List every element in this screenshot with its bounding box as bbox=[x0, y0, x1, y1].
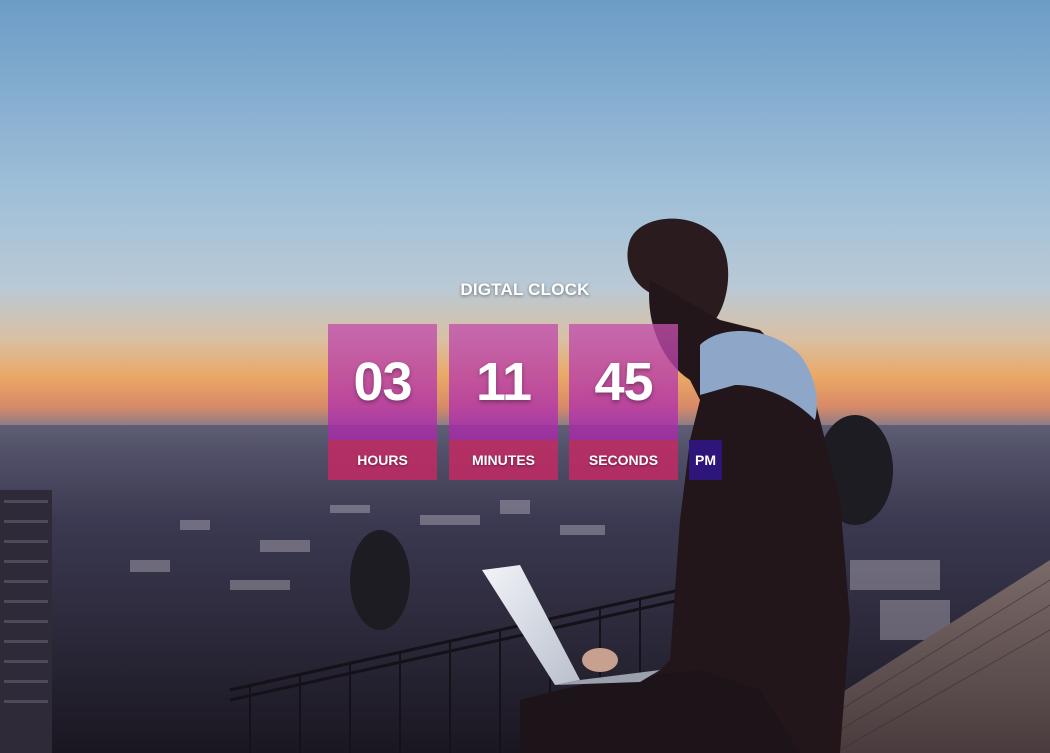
minutes-value: 11 bbox=[449, 324, 558, 440]
clock-title: DIGTAL CLOCK bbox=[460, 280, 590, 299]
seconds-label: SECONDS bbox=[569, 440, 678, 480]
minutes-label: MINUTES bbox=[449, 440, 558, 480]
seconds-value: 45 bbox=[569, 324, 678, 440]
hours-label: HOURS bbox=[328, 440, 437, 480]
period-badge: PM bbox=[689, 440, 722, 480]
hours-unit: 03 HOURS bbox=[328, 324, 437, 480]
minutes-unit: 11 MINUTES bbox=[449, 324, 558, 480]
seconds-unit: 45 SECONDS bbox=[569, 324, 678, 480]
hours-value: 03 bbox=[328, 324, 437, 440]
